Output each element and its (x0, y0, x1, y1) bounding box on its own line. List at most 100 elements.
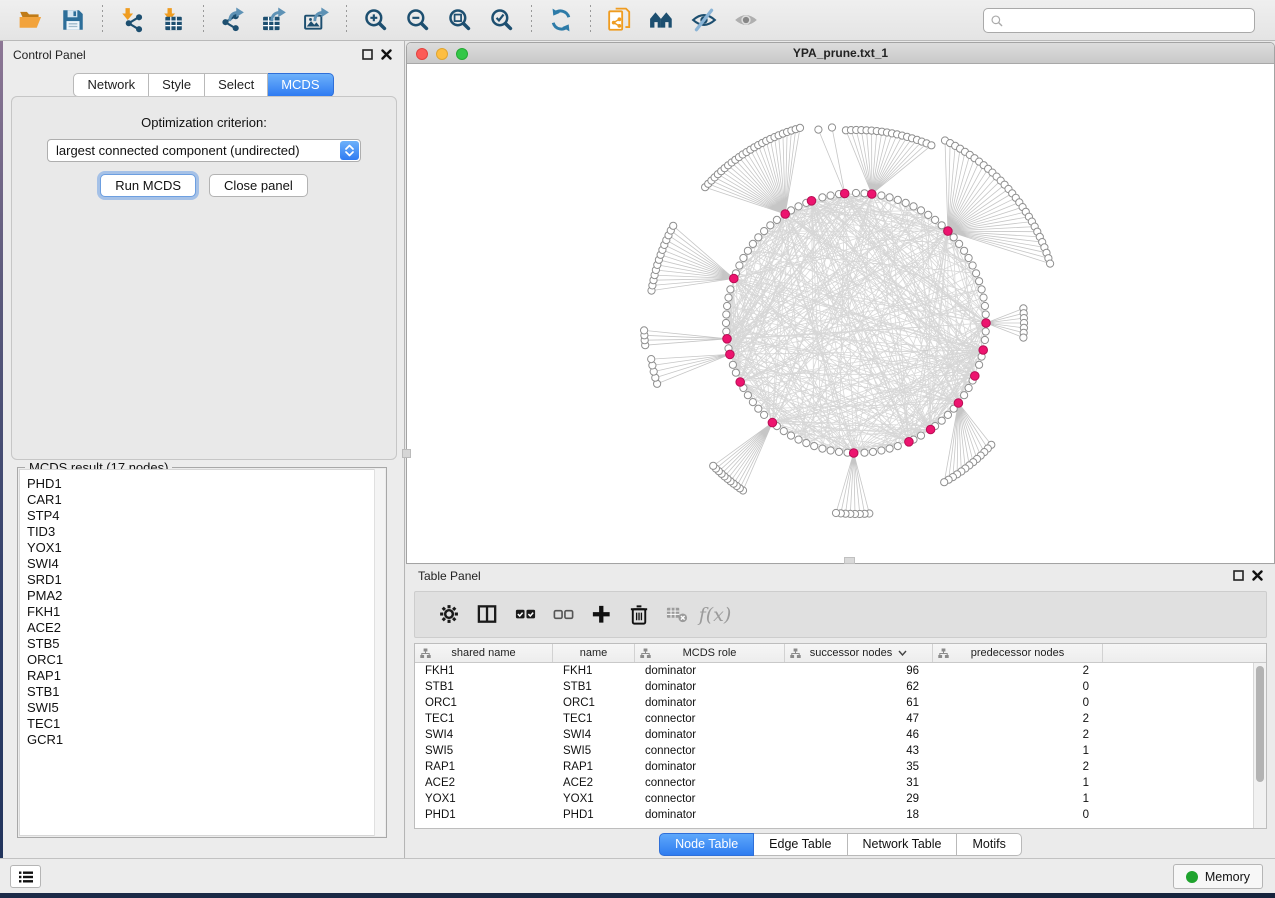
cell-MCDS-role[interactable]: connector (635, 711, 785, 727)
tab-edge-table[interactable]: Edge Table (754, 833, 847, 856)
mcds-result-node[interactable]: PHD1 (27, 476, 384, 492)
cell-MCDS-role[interactable]: connector (635, 775, 785, 791)
float-panel-icon[interactable] (362, 49, 373, 60)
apply-layout-icon[interactable] (546, 5, 576, 35)
close-panel-icon[interactable] (381, 49, 392, 60)
cell-predecessor-nodes[interactable]: 2 (933, 711, 1103, 727)
table-row[interactable]: YOX1YOX1connector291 (415, 791, 1266, 807)
cell-predecessor-nodes[interactable]: 1 (933, 743, 1103, 759)
cell-successor-nodes[interactable]: 96 (785, 663, 933, 679)
select-all-columns-icon[interactable] (511, 601, 539, 629)
cell-name[interactable]: SWI5 (553, 743, 635, 759)
mcds-result-node[interactable]: STP4 (27, 508, 384, 524)
network-graph[interactable] (407, 64, 1274, 563)
cell-predecessor-nodes[interactable]: 2 (933, 727, 1103, 743)
mcds-result-node[interactable]: CAR1 (27, 492, 384, 508)
mcds-result-scrollbar[interactable] (374, 469, 385, 836)
cell-shared-name[interactable]: ORC1 (415, 695, 553, 711)
mcds-result-node[interactable]: FKH1 (27, 604, 384, 620)
cell-name[interactable]: TEC1 (553, 711, 635, 727)
table-row[interactable]: TEC1TEC1connector472 (415, 711, 1266, 727)
cell-name[interactable]: RAP1 (553, 759, 635, 775)
cell-successor-nodes[interactable]: 31 (785, 775, 933, 791)
first-neighbors-icon[interactable] (647, 5, 677, 35)
mcds-result-node[interactable]: TEC1 (27, 716, 384, 732)
export-network-icon[interactable] (218, 5, 248, 35)
mcds-result-node[interactable]: SWI5 (27, 700, 384, 716)
close-table-panel-icon[interactable] (1252, 570, 1263, 581)
table-scrollbar[interactable] (1253, 663, 1266, 828)
table-scrollbar-thumb[interactable] (1256, 666, 1264, 782)
mcds-result-node[interactable]: STB1 (27, 684, 384, 700)
unselect-all-columns-icon[interactable] (549, 601, 577, 629)
tab-motifs[interactable]: Motifs (957, 833, 1021, 856)
mcds-result-node[interactable]: STB5 (27, 636, 384, 652)
cell-shared-name[interactable]: YOX1 (415, 791, 553, 807)
cell-predecessor-nodes[interactable]: 1 (933, 791, 1103, 807)
cell-predecessor-nodes[interactable]: 0 (933, 807, 1103, 823)
add-column-icon[interactable] (587, 601, 615, 629)
cell-shared-name[interactable]: PHD1 (415, 807, 553, 823)
cell-predecessor-nodes[interactable]: 1 (933, 775, 1103, 791)
cell-shared-name[interactable]: STB1 (415, 679, 553, 695)
cell-predecessor-nodes[interactable]: 2 (933, 759, 1103, 775)
close-panel-button[interactable]: Close panel (209, 174, 308, 197)
cell-shared-name[interactable]: SWI4 (415, 727, 553, 743)
table-row[interactable]: ORC1ORC1dominator610 (415, 695, 1266, 711)
window-minimize-light[interactable] (436, 48, 448, 60)
float-table-panel-icon[interactable] (1233, 570, 1244, 581)
mcds-result-node[interactable]: GCR1 (27, 732, 384, 748)
save-session-icon[interactable] (58, 5, 88, 35)
table-row[interactable]: ACE2ACE2connector311 (415, 775, 1266, 791)
search-input[interactable] (1004, 11, 1254, 31)
mcds-result-node[interactable]: RAP1 (27, 668, 384, 684)
cell-predecessor-nodes[interactable]: 0 (933, 695, 1103, 711)
import-table-icon[interactable] (159, 5, 189, 35)
mcds-result-list[interactable]: PHD1CAR1STP4TID3YOX1SWI4SRD1PMA2FKH1ACE2… (19, 469, 385, 836)
column-header-name[interactable]: name (553, 644, 635, 662)
optimization-criterion-select[interactable]: largest connected component (undirected) (47, 139, 361, 162)
column-header-MCDS-role[interactable]: MCDS role (635, 644, 785, 662)
mcds-result-node[interactable]: PMA2 (27, 588, 384, 604)
cell-shared-name[interactable]: RAP1 (415, 759, 553, 775)
cell-name[interactable]: ACE2 (553, 775, 635, 791)
table-row[interactable]: PHD1PHD1dominator180 (415, 807, 1266, 823)
cell-successor-nodes[interactable]: 61 (785, 695, 933, 711)
zoom-selected-icon[interactable] (487, 5, 517, 35)
cell-predecessor-nodes[interactable]: 2 (933, 663, 1103, 679)
cell-name[interactable]: ORC1 (553, 695, 635, 711)
vertical-splitter-handle[interactable] (402, 449, 411, 458)
cell-successor-nodes[interactable]: 29 (785, 791, 933, 807)
mcds-result-node[interactable]: SRD1 (27, 572, 384, 588)
zoom-out-icon[interactable] (403, 5, 433, 35)
export-document-icon[interactable] (605, 5, 635, 35)
hide-graphics-details-icon[interactable] (689, 5, 719, 35)
open-session-icon[interactable] (16, 5, 46, 35)
export-image-icon[interactable] (302, 5, 332, 35)
mcds-result-node[interactable]: YOX1 (27, 540, 384, 556)
cell-name[interactable]: SWI4 (553, 727, 635, 743)
zoom-in-icon[interactable] (361, 5, 391, 35)
cell-name[interactable]: STB1 (553, 679, 635, 695)
search-box[interactable] (983, 8, 1255, 33)
cell-successor-nodes[interactable]: 18 (785, 807, 933, 823)
cell-shared-name[interactable]: TEC1 (415, 711, 553, 727)
cell-successor-nodes[interactable]: 46 (785, 727, 933, 743)
zoom-fit-icon[interactable] (445, 5, 475, 35)
cell-successor-nodes[interactable]: 35 (785, 759, 933, 775)
cell-MCDS-role[interactable]: dominator (635, 695, 785, 711)
window-maximize-light[interactable] (456, 48, 468, 60)
import-network-icon[interactable] (117, 5, 147, 35)
export-table-icon[interactable] (260, 5, 290, 35)
cell-shared-name[interactable]: FKH1 (415, 663, 553, 679)
cell-MCDS-role[interactable]: dominator (635, 759, 785, 775)
cell-shared-name[interactable]: SWI5 (415, 743, 553, 759)
network-window-titlebar[interactable]: YPA_prune.txt_1 (407, 43, 1274, 64)
table-row[interactable]: FKH1FKH1dominator962 (415, 663, 1266, 679)
cell-MCDS-role[interactable]: connector (635, 743, 785, 759)
tab-network-table[interactable]: Network Table (848, 833, 958, 856)
cell-successor-nodes[interactable]: 47 (785, 711, 933, 727)
mcds-result-node[interactable]: SWI4 (27, 556, 384, 572)
table-row[interactable]: RAP1RAP1dominator352 (415, 759, 1266, 775)
cell-MCDS-role[interactable]: dominator (635, 679, 785, 695)
